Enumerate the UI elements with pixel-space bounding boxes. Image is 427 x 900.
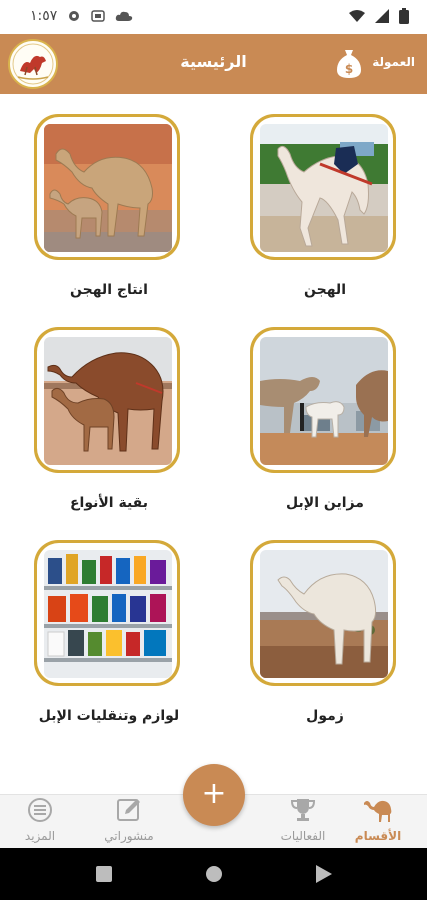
edit-icon [117,799,140,821]
system-navigation-bar [0,848,427,900]
category-label: بقية الأنواع [69,495,149,511]
category-label: زمول [306,708,344,724]
cloud-icon [116,11,133,21]
status-bar: ١:٥٧ [0,0,427,34]
category-label: لوازم وتنقليات الإبل [38,708,180,724]
add-post-button[interactable]: + [183,764,245,826]
camel-with-calf-photo [44,124,172,252]
category-label: الهجن [304,282,346,298]
camel-herd-photo [44,337,172,465]
menu-icon [28,798,52,822]
settings-icon [69,11,80,21]
category-label: مزاين الإبل [286,495,364,511]
signal-icon [375,9,389,23]
category-label: انتاج الهجن [70,282,148,298]
nav-label: الفعاليات [280,829,326,843]
nav-item-my-posts[interactable]: منشوراتي [84,797,174,843]
clock: ١:٥٧ [30,8,58,24]
racing-camel-photo [260,124,388,252]
app-notification-icon [91,10,106,22]
battery-icon [399,8,409,24]
home-icon[interactable] [205,865,223,883]
back-icon[interactable] [316,865,332,883]
category-grid: الهجن انتاج الهجن مزاين الإبل بقية الأنو… [0,94,427,794]
white-camel-photo [260,550,388,678]
wifi-icon [349,10,365,22]
trophy-icon [290,799,316,821]
app-logo-icon[interactable] [8,39,58,89]
nav-label: المزيد [24,829,56,843]
camel-supplies-shelf-photo [44,550,172,678]
nav-label: منشوراتي [104,829,154,843]
camel-beauty-contest-photo [260,337,388,465]
recent-apps-icon[interactable] [96,866,112,882]
page-title: الرئيسية [180,52,247,71]
nav-item-more[interactable]: المزيد [0,797,85,843]
app-bar: $ العمولة الرئيسية [0,34,427,94]
nav-item-events[interactable]: الفعاليات [258,797,348,843]
camel-icon [364,800,392,822]
